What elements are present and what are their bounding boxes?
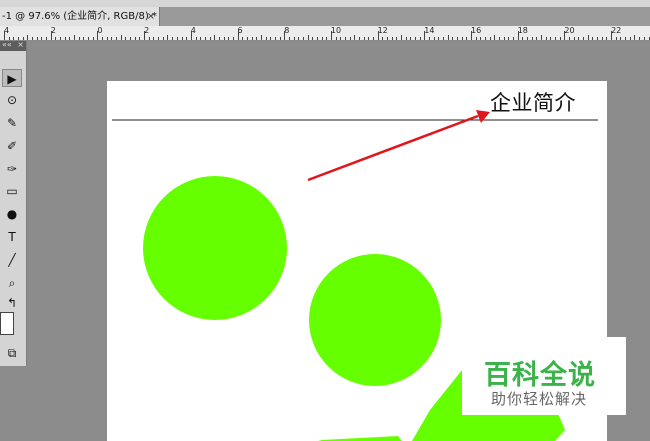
annotation-arrow [307, 114, 479, 182]
green-circle-medium [309, 254, 441, 386]
green-circle-large [143, 176, 287, 320]
watermark-title: 百科全说 [484, 360, 596, 391]
canvas-heading-text: 企业简介 [490, 91, 576, 115]
watermark-subtitle: 助你轻松解决 [491, 390, 588, 408]
green-bar-shape [318, 436, 402, 441]
